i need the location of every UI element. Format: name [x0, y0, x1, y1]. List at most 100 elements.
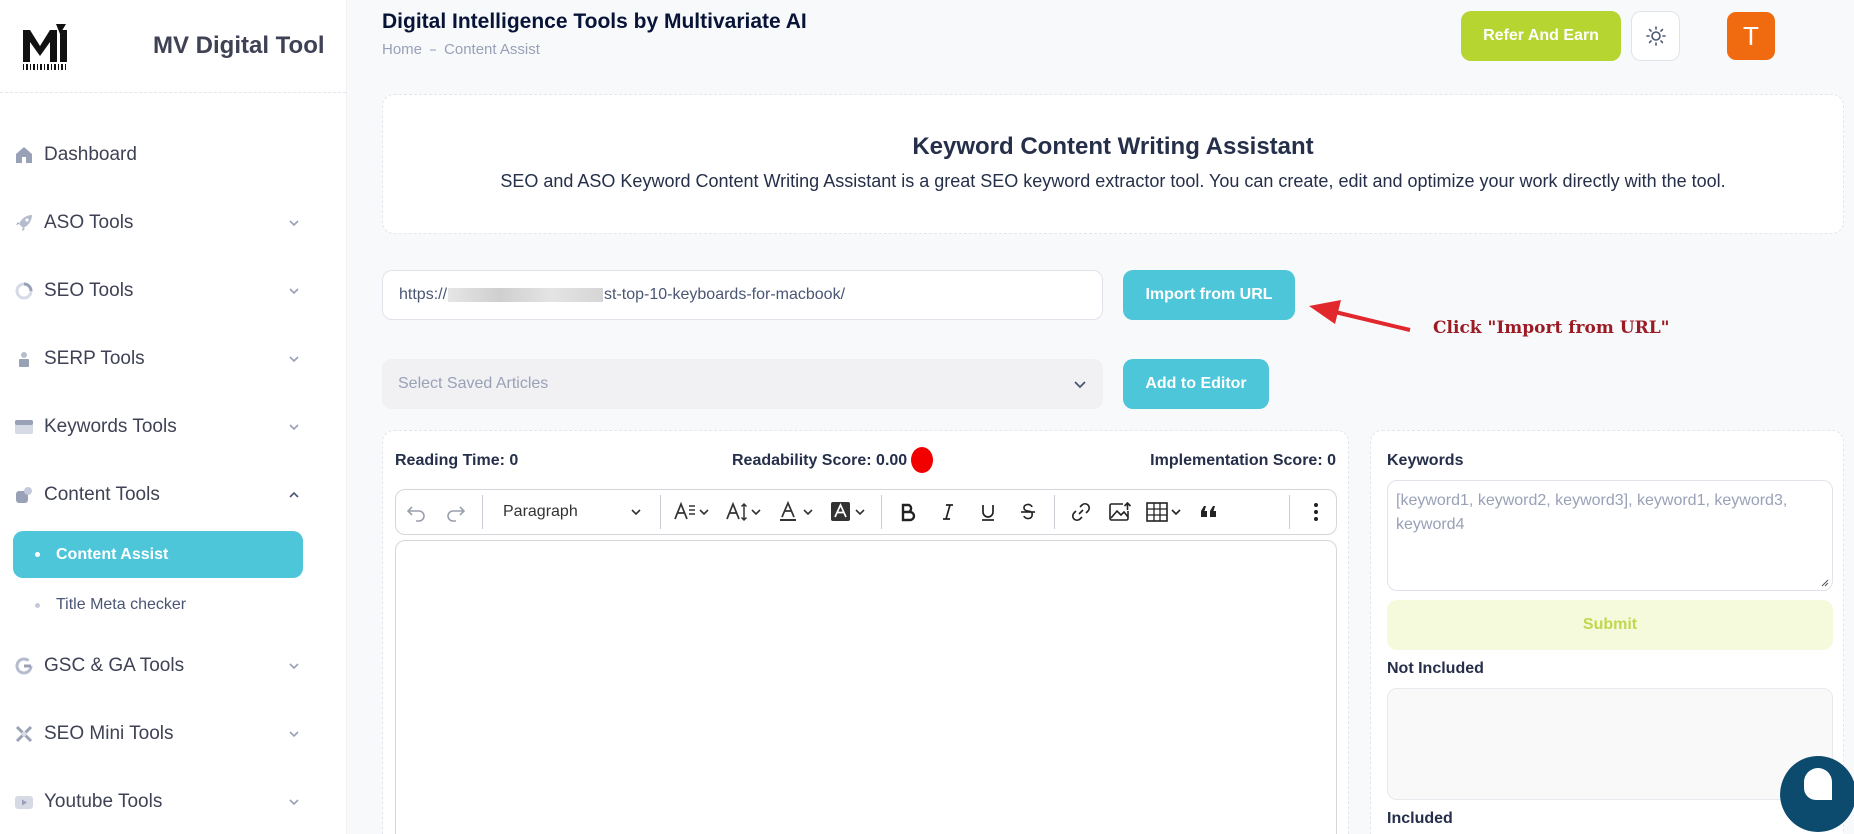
sun-icon — [1645, 26, 1666, 46]
brand-logo-icon — [23, 24, 67, 70]
sidebar-item-label: SEO Mini Tools — [44, 723, 174, 744]
saved-articles-select[interactable]: Select Saved Articles — [382, 359, 1103, 409]
sidebar-subitem-label: Title Meta checker — [56, 596, 187, 613]
more-options-button[interactable] — [1296, 492, 1336, 532]
image-upload-icon — [1109, 501, 1132, 521]
font-size-dropdown[interactable] — [719, 492, 771, 532]
toolbar-divider — [482, 495, 483, 529]
italic-icon — [943, 504, 953, 520]
keywords-panel: Keywords [keyword1, keyword2, keyword3],… — [1370, 430, 1844, 834]
refer-and-earn-button[interactable]: Refer And Earn — [1461, 11, 1621, 61]
not-included-label: Not Included — [1387, 660, 1484, 677]
bullet-icon — [35, 552, 40, 557]
readability-indicator — [911, 447, 933, 473]
sidebar-item-serp-tools[interactable]: SERP Tools — [0, 325, 346, 393]
not-included-list — [1387, 688, 1833, 800]
google-icon — [14, 656, 34, 676]
insert-table-dropdown[interactable] — [1141, 492, 1189, 532]
underline-icon — [982, 505, 994, 521]
redacted-url-segment — [448, 288, 604, 302]
chevron-down-icon — [289, 799, 299, 806]
theme-toggle-button[interactable] — [1631, 11, 1680, 61]
link-button[interactable] — [1061, 492, 1101, 532]
readability-score: Readability Score: 0.00 — [732, 452, 908, 469]
keywords-textarea[interactable]: [keyword1, keyword2, keyword3], keyword1… — [1387, 480, 1833, 591]
font-family-dropdown[interactable] — [667, 492, 719, 532]
sidebar-subitem-title-meta-checker[interactable]: Title Meta checker — [0, 578, 346, 632]
strikethrough-button[interactable] — [1008, 492, 1048, 532]
bullet-icon — [35, 602, 40, 608]
more-vertical-icon — [1314, 503, 1318, 521]
annotation-text: Click "Import from URL" — [1433, 318, 1670, 338]
toolbar-divider — [881, 495, 882, 529]
breadcrumb-home[interactable]: Home — [382, 41, 422, 58]
paragraph-format-dropdown[interactable]: Paragraph — [489, 492, 654, 532]
underline-button[interactable] — [968, 492, 1008, 532]
sidebar-item-dashboard[interactable]: Dashboard — [0, 121, 346, 189]
resize-handle-icon[interactable] — [1819, 577, 1829, 587]
sidebar-item-keywords-tools[interactable]: Keywords Tools — [0, 393, 346, 461]
chevron-down-icon — [1074, 381, 1086, 389]
url-prefix-text: https:// — [399, 286, 448, 303]
insert-image-button[interactable] — [1101, 492, 1141, 532]
sidebar-subitem-label: Content Assist — [56, 545, 169, 563]
submit-button[interactable]: Submit — [1387, 600, 1833, 650]
add-to-editor-button[interactable]: Add to Editor — [1123, 359, 1269, 409]
font-size-icon — [726, 501, 761, 522]
italic-button[interactable] — [928, 492, 968, 532]
font-color-dropdown[interactable] — [771, 492, 823, 532]
sidebar-item-label: Content Tools — [44, 484, 160, 505]
font-color-icon — [780, 501, 813, 521]
sidebar-item-content-tools[interactable]: Content Tools — [0, 461, 346, 529]
sidebar-subitem-content-assist[interactable]: Content Assist — [13, 531, 303, 578]
sidebar-item-seo-tools[interactable]: SEO Tools — [0, 257, 346, 325]
quote-icon — [1201, 506, 1216, 517]
breadcrumb-current: Content Assist — [444, 41, 540, 58]
sidebar-item-label: Youtube Tools — [44, 791, 163, 812]
sidebar-item-label: Keywords Tools — [44, 416, 177, 437]
redo-button[interactable] — [436, 492, 476, 532]
chat-icon — [1804, 768, 1832, 800]
chevron-down-icon — [289, 663, 299, 670]
toolbar-divider — [660, 495, 661, 529]
url-input[interactable]: https:// st-top-10-keyboards-for-macbook… — [382, 270, 1103, 320]
browser-window-icon — [14, 417, 34, 437]
sidebar-item-label: GSC & GA Tools — [44, 655, 185, 676]
url-suffix-text: st-top-10-keyboards-for-macbook/ — [604, 286, 846, 303]
keywords-placeholder: [keyword1, keyword2, keyword3], keyword1… — [1396, 492, 1788, 533]
link-icon — [1071, 502, 1091, 522]
sidebar-item-seo-mini-tools[interactable]: SEO Mini Tools — [0, 700, 346, 768]
bold-icon — [901, 503, 916, 522]
brand[interactable]: MV Digital Tool — [0, 0, 346, 93]
sidebar-item-gsc-ga-tools[interactable]: GSC & GA Tools — [0, 632, 346, 700]
breadcrumb: Home Content Assist — [382, 41, 540, 58]
youtube-icon — [14, 792, 34, 812]
saved-articles-placeholder: Select Saved Articles — [398, 375, 549, 392]
avatar[interactable]: T — [1727, 12, 1775, 60]
annotation-arrow-icon — [1309, 300, 1411, 332]
included-label: Included — [1387, 810, 1453, 827]
tool-description: SEO and ASO Keyword Content Writing Assi… — [500, 171, 1726, 191]
chevron-up-icon — [289, 491, 299, 498]
chat-widget-button[interactable] — [1780, 756, 1854, 834]
background-color-dropdown[interactable] — [823, 492, 875, 532]
sidebar: MV Digital Tool Dashboard ASO Tools SEO … — [0, 0, 347, 834]
blockquote-button[interactable] — [1189, 492, 1229, 532]
sidebar-item-youtube-tools[interactable]: Youtube Tools — [0, 768, 346, 834]
strikethrough-icon — [1021, 503, 1035, 520]
paragraph-format-label: Paragraph — [503, 503, 578, 520]
sidebar-item-label: SERP Tools — [44, 348, 145, 369]
chevron-down-icon — [289, 288, 299, 295]
undo-icon — [406, 506, 425, 522]
editor-panel: Reading Time: 0 Readability Score: 0.00 … — [382, 430, 1349, 834]
editor-content-area[interactable] — [395, 540, 1337, 834]
redo-icon — [447, 506, 466, 522]
sidebar-item-aso-tools[interactable]: ASO Tools — [0, 189, 346, 257]
sidebar-item-label: Dashboard — [44, 144, 137, 165]
bold-button[interactable] — [888, 492, 928, 532]
bar-chart-icon — [14, 349, 34, 369]
import-from-url-button[interactable]: Import from URL — [1123, 270, 1295, 320]
chevron-down-icon — [289, 220, 299, 227]
undo-button[interactable] — [396, 492, 436, 532]
brand-name: MV Digital Tool — [153, 32, 325, 59]
